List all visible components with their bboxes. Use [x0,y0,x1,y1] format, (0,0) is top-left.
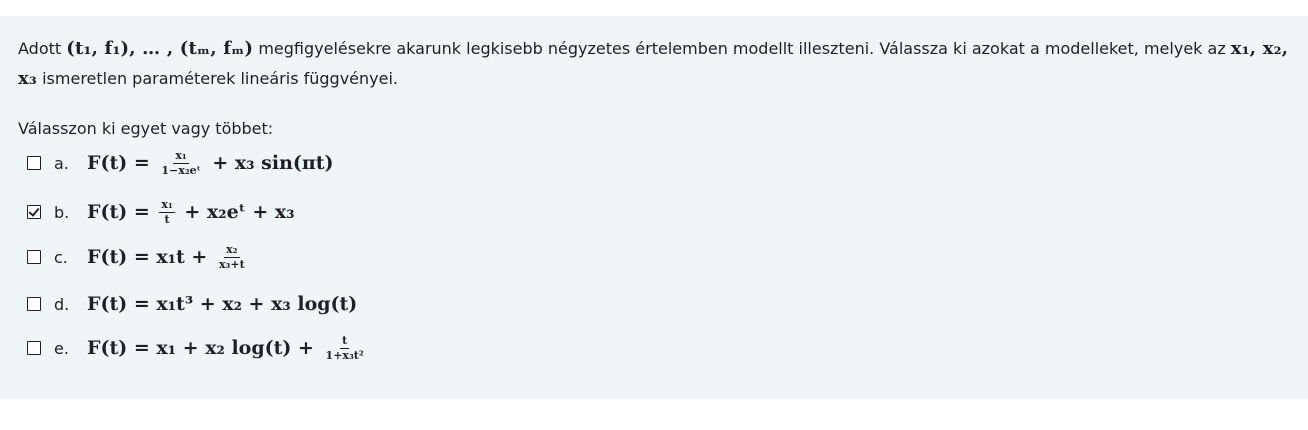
option-e-denominator: 1+x₃t² [325,348,364,362]
answer-instruction: Válasszon ki egyet vagy többet: [18,119,274,138]
option-c-checkbox[interactable] [27,250,41,264]
option-b-checkbox[interactable] [27,205,41,219]
option-c-fraction: x₂ x₃+t [217,242,247,271]
option-e-numerator: t [340,333,350,349]
question-text-start: Adott [18,39,67,58]
option-a-rest: + x₃ sin(πt) [205,152,334,174]
option-e-checkbox[interactable] [27,341,41,355]
question-text: Adott (t₁, f₁), … , (tₘ, fₘ) megfigyelés… [18,34,1298,94]
option-c-numerator: x₂ [224,242,240,258]
option-c-denominator: x₃+t [218,257,245,271]
option-e-label: e. [54,338,69,358]
option-e-fraction: t 1+x₃t² [324,333,366,362]
option-b-label: b. [54,202,70,222]
option-e-lhs: F(t) = x₁ + x₂ log(t) + [87,337,321,359]
option-e-formula: F(t) = x₁ + x₂ log(t) + t 1+x₃t² [87,333,369,362]
option-b-numerator: x₁ [159,197,175,213]
option-a[interactable]: a. F(t) = x₁ 1−x₂eᵗ + x₃ sin(πt) [27,148,334,178]
option-c-lhs: F(t) = x₁t + [87,246,214,268]
option-c-formula: F(t) = x₁t + x₂ x₃+t [87,242,250,271]
option-d-formula: F(t) = x₁t³ + x₂ + x₃ log(t) [87,293,357,315]
option-d[interactable]: d. F(t) = x₁t³ + x₂ + x₃ log(t) [27,289,357,319]
option-d-checkbox[interactable] [27,297,41,311]
question-text-middle: megfigyelésekre akarunk legkisebb négyze… [253,39,1231,58]
option-a-lhs: F(t) = [87,152,157,174]
option-a-formula: F(t) = x₁ 1−x₂eᵗ + x₃ sin(πt) [87,148,334,177]
option-a-fraction: x₁ 1−x₂eᵗ [159,148,202,177]
option-d-label: d. [54,294,70,314]
option-b-denominator: t [164,212,170,226]
option-b-lhs: F(t) = [87,201,157,223]
option-b-formula: F(t) = x₁ t + x₂eᵗ + x₃ [87,197,295,226]
option-d-expression: F(t) = x₁t³ + x₂ + x₃ log(t) [87,293,358,315]
question-box: Adott (t₁, f₁), … , (tₘ, fₘ) megfigyelés… [0,16,1308,399]
question-text-end: ismeretlen paraméterek lineáris függvény… [37,69,398,88]
option-c[interactable]: c. F(t) = x₁t + x₂ x₃+t [27,242,250,272]
option-a-numerator: x₁ [173,148,189,164]
option-e[interactable]: e. F(t) = x₁ + x₂ log(t) + t 1+x₃t² [27,333,369,363]
option-a-label: a. [54,153,69,173]
observations-math: (t₁, f₁), … , (tₘ, fₘ) [66,38,254,59]
option-c-label: c. [54,247,68,267]
option-b-rest: + x₂eᵗ + x₃ [177,201,295,223]
option-a-checkbox[interactable] [27,156,41,170]
option-b[interactable]: b. F(t) = x₁ t + x₂eᵗ + x₃ [27,197,295,227]
option-a-denominator: 1−x₂eᵗ [161,163,201,177]
option-b-fraction: x₁ t [159,197,175,226]
